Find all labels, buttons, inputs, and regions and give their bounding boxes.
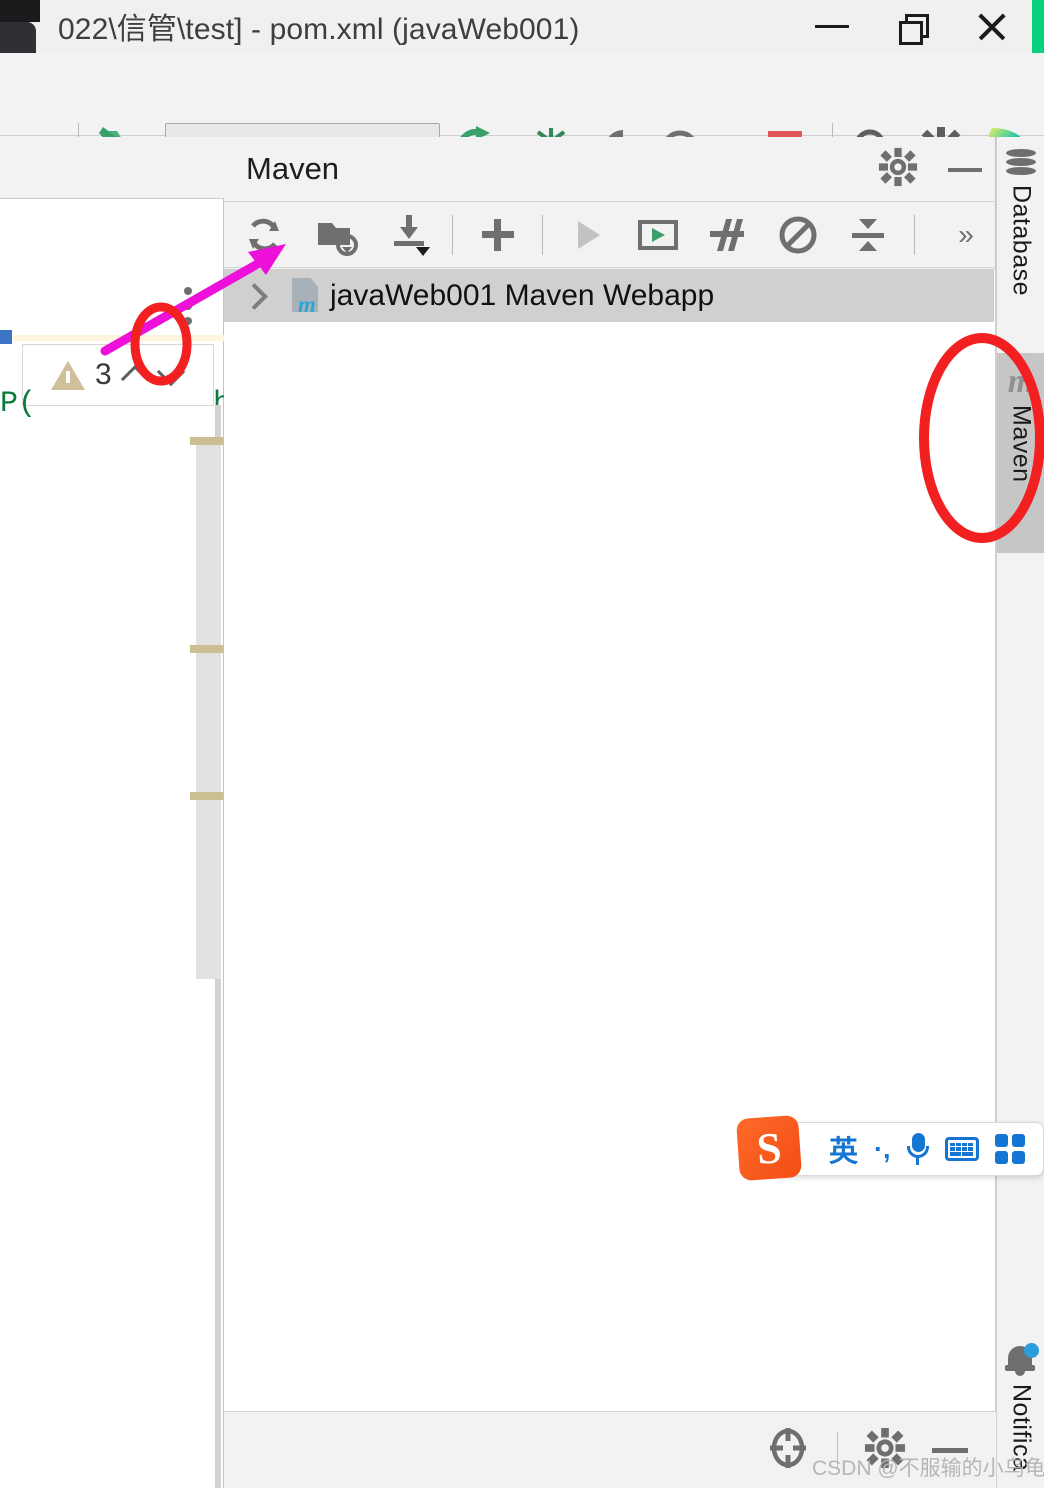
reload-all-projects-icon[interactable] — [240, 211, 288, 259]
sidebar-item-maven[interactable]: m Maven — [997, 353, 1044, 553]
maven-toolbar: » — [224, 203, 996, 268]
restore-button[interactable] — [872, 0, 952, 53]
collapse-all-icon[interactable] — [844, 211, 892, 259]
maven-tree-item-javaweb001[interactable]: m javaWeb001 Maven Webapp — [224, 270, 994, 322]
database-icon — [1006, 149, 1036, 179]
toggle-offline-icon[interactable] — [774, 211, 822, 259]
sidebar-item-label: Maven — [1007, 405, 1036, 483]
right-tool-stripe: Database m Maven Notifica — [996, 137, 1044, 1488]
maven-tree-item-label: javaWeb001 Maven Webapp — [330, 279, 715, 312]
toolbar-separator — [914, 215, 915, 255]
editor-warning-marker[interactable] — [190, 645, 223, 653]
ime-punctuation-toggle[interactable]: ·, — [874, 1134, 891, 1165]
sogou-logo-icon[interactable]: S — [735, 1114, 803, 1182]
main-toolbar: Tomcat 8 — [0, 53, 1044, 180]
previous-problem-icon[interactable] — [122, 362, 148, 388]
toggle-skip-tests-icon[interactable] — [704, 211, 752, 259]
maven-project-icon: m — [292, 278, 324, 317]
run-maven-build-icon — [564, 211, 612, 259]
toolbar-separator — [452, 215, 453, 255]
editor-area: 3 P( h — [0, 137, 231, 1488]
download-sources-icon[interactable] — [386, 211, 434, 259]
hide-panel-icon[interactable] — [948, 167, 982, 172]
maven-project-tree[interactable]: m javaWeb001 Maven Webapp — [224, 269, 996, 1488]
bell-icon — [1005, 1343, 1039, 1378]
inspection-widget[interactable]: 3 — [22, 344, 214, 406]
window-title: 022\信管\test] - pom.xml (javaWeb001) — [58, 13, 580, 46]
sidebar-item-label: Database — [1007, 185, 1036, 297]
ime-language-mode[interactable]: 英 — [829, 1128, 858, 1170]
ime-keyboard-icon[interactable] — [944, 1137, 979, 1161]
ime-voice-icon[interactable] — [906, 1133, 929, 1165]
ime-apps-icon[interactable] — [994, 1134, 1025, 1164]
editor-code-fragment-left: P( — [0, 387, 37, 421]
editor-scrollbar-thumb[interactable] — [196, 437, 221, 979]
window-controls — [792, 0, 1032, 53]
close-button[interactable] — [952, 0, 1032, 53]
sidebar-item-database[interactable]: Database — [997, 137, 1044, 353]
maven-header-actions — [878, 137, 982, 202]
editor-warning-marker[interactable] — [190, 792, 223, 800]
next-problem-icon[interactable] — [158, 362, 184, 388]
maven-panel-header: Maven — [224, 137, 996, 202]
execute-maven-goal-icon[interactable] — [634, 211, 682, 259]
title-bar: 022\信管\test] - pom.xml (javaWeb001) — [0, 0, 1044, 53]
warning-triangle-icon — [51, 360, 85, 390]
more-options-icon[interactable] — [184, 287, 192, 325]
maven-tool-window: Maven » m javaWeb001 Maven Webapp — [224, 137, 996, 1488]
scroll-to-source-icon[interactable] — [765, 1425, 811, 1476]
maven-panel-title: Maven — [246, 151, 340, 186]
highlighted-line — [12, 335, 224, 341]
more-actions-icon[interactable]: » — [944, 217, 988, 253]
overlay-fragment-top — [0, 0, 40, 22]
maven-m-icon: m — [1007, 363, 1035, 400]
generate-sources-icon[interactable] — [314, 211, 362, 259]
csdn-watermark: CSDN @不服输的小乌龟 — [812, 1457, 1044, 1480]
toolbar-separator — [542, 215, 543, 255]
editor-warning-marker[interactable] — [190, 437, 223, 445]
add-maven-project-icon[interactable] — [474, 211, 522, 259]
minimize-button[interactable] — [792, 0, 872, 53]
ide-window: 022\信管\test] - pom.xml (javaWeb001) 3 P(… — [0, 0, 1044, 1488]
sogou-ime-toolbar[interactable]: 英 ·, — [776, 1122, 1044, 1176]
warning-count: 3 — [95, 358, 112, 391]
settings-gear-icon[interactable] — [878, 147, 918, 192]
editor-tab-strip — [0, 137, 224, 199]
editor-marker — [0, 330, 12, 344]
chevron-right-icon[interactable] — [240, 283, 266, 309]
